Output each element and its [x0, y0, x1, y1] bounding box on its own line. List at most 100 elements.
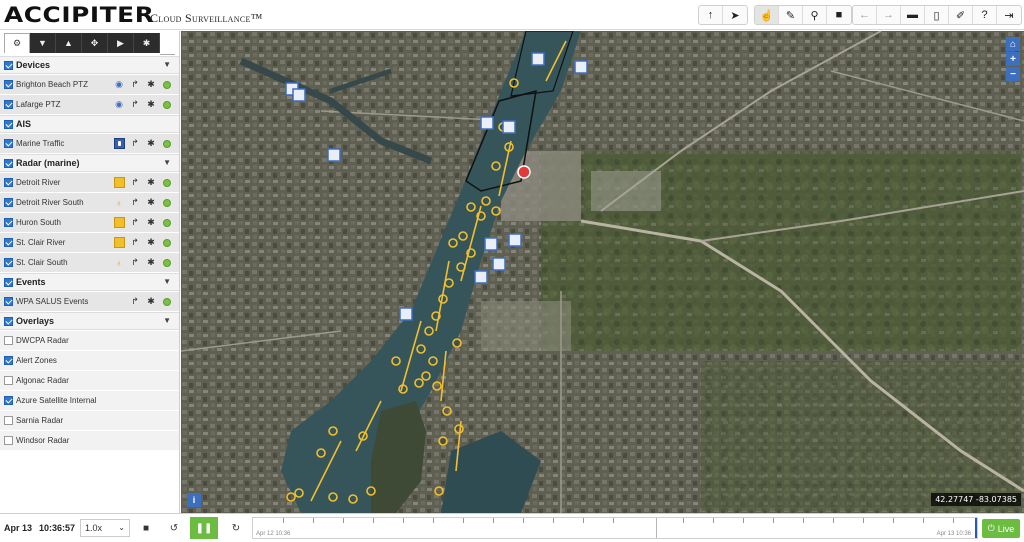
- gear-icon[interactable]: ✱: [143, 137, 159, 151]
- timeline-cursor[interactable]: [975, 518, 977, 538]
- vessel-marker[interactable]: [502, 120, 516, 134]
- share-arrow-icon[interactable]: ↱: [127, 236, 143, 250]
- group-ais[interactable]: AIS: [0, 115, 179, 133]
- vessel-marker[interactable]: [474, 270, 488, 284]
- gear-icon[interactable]: ✱: [143, 236, 159, 250]
- track-marker-icon[interactable]: ♁: [111, 196, 127, 210]
- events-checkbox[interactable]: [4, 297, 13, 306]
- chevron-down-icon[interactable]: ▼: [163, 316, 171, 325]
- gear-tab-icon[interactable]: ✱: [134, 33, 160, 53]
- overlay-checkbox[interactable]: [4, 356, 13, 365]
- tablet-icon[interactable]: ▯: [925, 6, 949, 24]
- camera-tab-icon[interactable]: ▶: [108, 33, 134, 53]
- vessel-marker[interactable]: [508, 233, 522, 247]
- live-button[interactable]: ⏻ Live: [982, 519, 1020, 538]
- vessel-marker[interactable]: [574, 60, 588, 74]
- share-arrow-icon[interactable]: ↱: [127, 256, 143, 270]
- track-color-swatch[interactable]: [111, 236, 127, 250]
- chevron-down-icon[interactable]: ▼: [163, 277, 171, 286]
- device-row-lafarge[interactable]: Lafarge PTZ ◉ ↱ ✱: [0, 95, 179, 114]
- wrench-icon[interactable]: ✐: [949, 6, 973, 24]
- event-marker[interactable]: [517, 165, 531, 179]
- vessel-marker[interactable]: [399, 307, 413, 321]
- overlay-row[interactable]: Windsor Radar: [0, 431, 179, 450]
- zoom-in-button[interactable]: +: [1006, 52, 1020, 66]
- hand-pointer-icon[interactable]: ☝: [755, 6, 779, 24]
- radar-checkbox[interactable]: [4, 198, 13, 207]
- track-color-swatch[interactable]: [111, 216, 127, 230]
- map-pin-icon[interactable]: ⚲: [803, 6, 827, 24]
- radar-row[interactable]: Huron South ↱ ✱: [0, 213, 179, 232]
- overlay-checkbox[interactable]: [4, 436, 13, 445]
- pencil-icon[interactable]: ✎: [779, 6, 803, 24]
- share-arrow-icon[interactable]: ↱: [127, 295, 143, 309]
- gear-icon[interactable]: ✱: [143, 216, 159, 230]
- overlay-row[interactable]: DWCPA Radar: [0, 331, 179, 350]
- filter-tab-icon[interactable]: ▼: [30, 33, 56, 53]
- chevron-down-icon[interactable]: ▼: [163, 158, 171, 167]
- vessel-marker[interactable]: [327, 148, 341, 162]
- timeline-slider[interactable]: Apr 12 10:36 Apr 13 10:36: [252, 517, 978, 539]
- group-radar[interactable]: Radar (marine) ▼: [0, 154, 179, 172]
- eye-icon[interactable]: ◉: [111, 98, 127, 112]
- share-arrow-icon[interactable]: ↱: [127, 137, 143, 151]
- upload-arrow-icon[interactable]: ↑: [699, 6, 723, 24]
- display-toggle-icon[interactable]: ▬: [901, 6, 925, 24]
- gear-icon[interactable]: ✱: [143, 196, 159, 210]
- gear-icon[interactable]: ✱: [143, 78, 159, 92]
- group-radar-checkbox[interactable]: [4, 158, 13, 168]
- ais-row-marine-traffic[interactable]: Marine Traffic ↱ ✱: [0, 134, 179, 153]
- vessel-marker[interactable]: [531, 52, 545, 66]
- layers-tab-icon[interactable]: ✥: [82, 33, 108, 53]
- share-arrow-icon[interactable]: ↱: [127, 216, 143, 230]
- back-arrow-icon[interactable]: ←: [853, 6, 877, 24]
- eye-icon[interactable]: ◉: [111, 78, 127, 92]
- video-camera-icon[interactable]: ■: [827, 6, 851, 24]
- radar-checkbox[interactable]: [4, 218, 13, 227]
- play-pause-button[interactable]: ❚❚: [190, 517, 218, 539]
- triangle-tab-icon[interactable]: ▲: [56, 33, 82, 53]
- tag-icon[interactable]: ➤: [723, 6, 747, 24]
- events-row[interactable]: WPA SALUS Events ↱ ✱: [0, 292, 179, 311]
- overlay-row[interactable]: Alert Zones: [0, 351, 179, 370]
- forward-arrow-icon[interactable]: →: [877, 6, 901, 24]
- speed-select[interactable]: 1.0x ⌄: [80, 519, 130, 537]
- zoom-out-button[interactable]: −: [1006, 67, 1020, 81]
- vessel-marker[interactable]: [292, 88, 306, 102]
- chevron-down-icon[interactable]: ▼: [163, 60, 171, 69]
- vessel-icon[interactable]: [111, 137, 127, 151]
- overlay-row[interactable]: Algonac Radar: [0, 371, 179, 390]
- vessel-marker[interactable]: [492, 257, 506, 271]
- device-checkbox[interactable]: [4, 100, 13, 109]
- radar-row[interactable]: St. Clair River ↱ ✱: [0, 233, 179, 252]
- radar-checkbox[interactable]: [4, 178, 13, 187]
- radar-checkbox[interactable]: [4, 238, 13, 247]
- overlay-checkbox[interactable]: [4, 336, 13, 345]
- overlay-checkbox[interactable]: [4, 416, 13, 425]
- track-marker-icon[interactable]: ♁: [111, 256, 127, 270]
- info-icon[interactable]: i: [187, 493, 201, 507]
- gear-icon[interactable]: ✱: [143, 98, 159, 112]
- group-ais-checkbox[interactable]: [4, 119, 13, 129]
- device-row-brighton[interactable]: Brighton Beach PTZ ◉ ↱ ✱: [0, 75, 179, 94]
- overlay-row[interactable]: Sarnia Radar: [0, 411, 179, 430]
- gear-icon[interactable]: ✱: [143, 295, 159, 309]
- radar-row[interactable]: Detroit River South ♁ ↱ ✱: [0, 193, 179, 212]
- radar-checkbox[interactable]: [4, 258, 13, 267]
- vessel-marker[interactable]: [484, 237, 498, 251]
- group-overlays-checkbox[interactable]: [4, 316, 13, 326]
- overlay-checkbox[interactable]: [4, 396, 13, 405]
- track-color-swatch[interactable]: [111, 176, 127, 190]
- overlay-checkbox[interactable]: [4, 376, 13, 385]
- group-devices-checkbox[interactable]: [4, 60, 13, 70]
- group-devices[interactable]: Devices ▼: [0, 56, 179, 74]
- share-arrow-icon[interactable]: ↱: [127, 78, 143, 92]
- group-events-checkbox[interactable]: [4, 277, 13, 287]
- gear-icon[interactable]: ✱: [143, 256, 159, 270]
- radar-row[interactable]: St. Clair South ♁ ↱ ✱: [0, 253, 179, 272]
- share-arrow-icon[interactable]: ↱: [127, 176, 143, 190]
- vessel-marker[interactable]: [480, 116, 494, 130]
- refresh-button[interactable]: ↻: [224, 518, 248, 538]
- rewind-button[interactable]: ↺: [162, 518, 186, 538]
- stop-button[interactable]: ■: [134, 518, 158, 538]
